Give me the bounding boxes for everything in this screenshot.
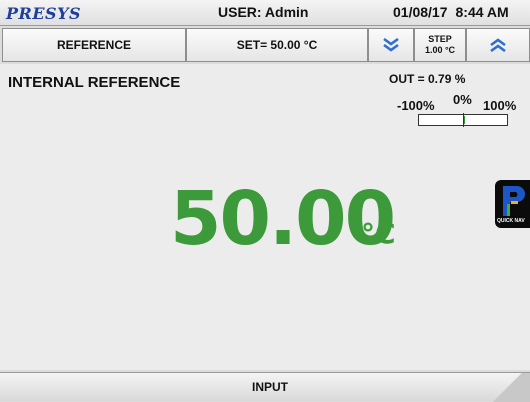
step-down-button[interactable]	[368, 28, 414, 62]
datetime: 01/08/17 8:44 AM	[393, 4, 509, 20]
output-bar	[418, 113, 508, 127]
reference-unit: °C	[361, 217, 396, 250]
control-row: REFERENCE SET= 50.00 °C STEP 1.00 °C	[0, 28, 530, 62]
user-label[interactable]: USER: Admin	[218, 4, 308, 20]
output-readout: OUT = 0.79 %	[389, 72, 466, 86]
reference-label: REFERENCE	[56, 38, 131, 52]
date-label: 01/08/17	[393, 4, 448, 20]
double-chevron-up-icon	[490, 38, 506, 52]
step-up-button[interactable]	[466, 28, 530, 62]
panel-title: INTERNAL REFERENCE	[8, 74, 181, 91]
quick-nav-button[interactable]: QUICK NAV	[495, 180, 530, 228]
setpoint-button[interactable]: SET= 50.00 °C	[186, 28, 368, 62]
input-tab-label: INPUT	[252, 380, 288, 394]
app-logo: PRESYS	[6, 4, 82, 23]
quick-nav-icon	[503, 186, 525, 216]
setpoint-label: SET= 50.00 °C	[236, 38, 318, 52]
scale-min-label: -100%	[397, 98, 435, 113]
double-chevron-down-icon	[383, 38, 399, 52]
scale-mid-label: 0%	[453, 92, 472, 107]
output-bar-fill	[464, 116, 465, 124]
step-title: STEP	[428, 34, 452, 44]
status-bar: PRESYS USER: Admin 01/08/17 8:44 AM	[0, 0, 530, 26]
scale-max-label: 100%	[483, 98, 517, 113]
main-panel: INTERNAL REFERENCE OUT = 0.79 % -100% 0%…	[0, 64, 530, 370]
time-label: 8:44 AM	[455, 4, 509, 20]
quick-nav-label: QUICK NAV	[497, 218, 525, 224]
step-display[interactable]: STEP 1.00 °C	[414, 28, 466, 62]
step-value: 1.00 °C	[424, 45, 456, 55]
input-tab[interactable]: INPUT	[0, 372, 530, 402]
page-curl-decoration	[486, 373, 530, 402]
output-scale-labels: -100% 0% 100%	[397, 92, 530, 114]
reference-button[interactable]: REFERENCE	[2, 28, 186, 62]
